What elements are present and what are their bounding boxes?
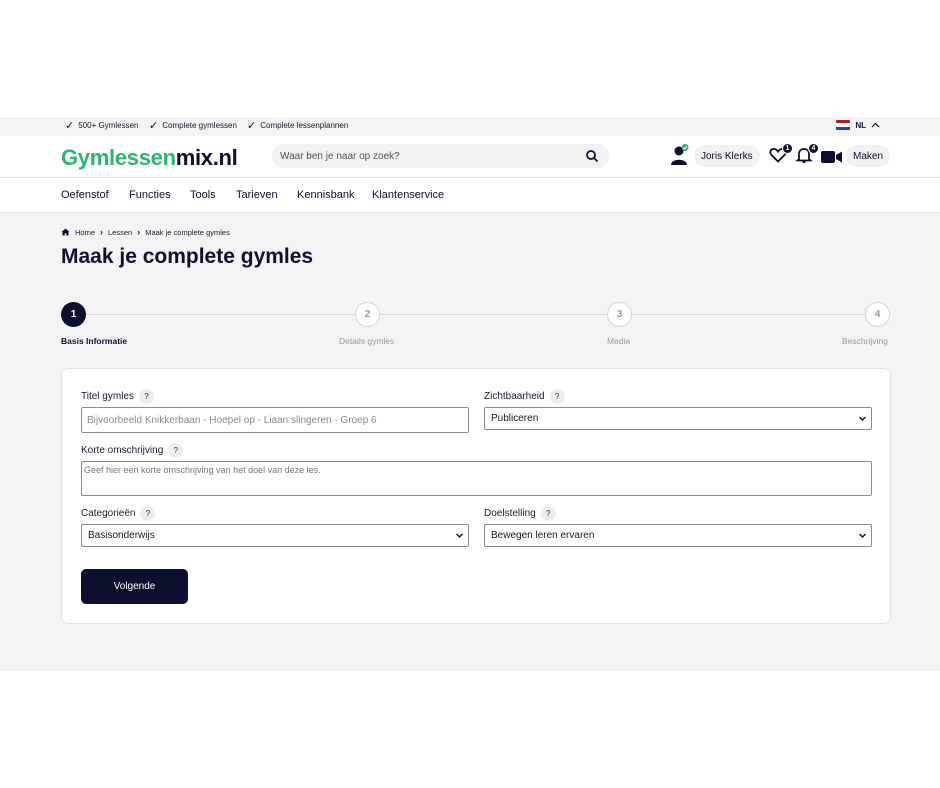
description-label-text: Korte omschrijving xyxy=(81,445,164,456)
nav-item-tools[interactable]: Tools xyxy=(190,189,216,201)
step-2-label: Details gymles xyxy=(339,336,395,346)
usp-item: ✓ Complete lessenplannen xyxy=(247,119,349,132)
step-1-indicator: 1 xyxy=(61,302,86,327)
user-verified-icon[interactable] xyxy=(670,144,690,166)
site-header: Gymlessenmix.nl Joris Klerks 1 4 Maken xyxy=(0,136,940,178)
chevron-right-icon: › xyxy=(100,227,104,237)
notifications-button[interactable]: 4 xyxy=(795,143,819,166)
breadcrumb-lessons[interactable]: Lessen xyxy=(108,228,132,237)
favorites-button[interactable]: 1 xyxy=(769,143,793,166)
goal-select[interactable]: Bewegen leren ervaren xyxy=(484,524,872,547)
search-bar xyxy=(272,144,609,168)
visibility-selected-value: Publiceren xyxy=(491,413,539,424)
description-field-label: Korte omschrijving ? xyxy=(81,443,184,458)
goal-label-text: Doelstelling xyxy=(484,508,536,519)
categories-select[interactable]: Basisonderwijs xyxy=(81,524,469,547)
help-icon[interactable]: ? xyxy=(168,443,184,458)
usp-item: ✓ 500+ Gymlessen xyxy=(65,119,139,132)
nav-item-oefenstof[interactable]: Oefenstof xyxy=(61,189,109,201)
breadcrumb-home[interactable]: Home xyxy=(75,228,95,237)
categories-label-text: Categorieën xyxy=(81,508,136,519)
chevron-up-icon xyxy=(871,122,880,128)
language-switcher[interactable]: NL xyxy=(836,120,880,130)
nav-item-functies[interactable]: Functies xyxy=(129,189,171,201)
step-4-label: Beschrijving xyxy=(842,336,888,346)
create-button[interactable]: Maken xyxy=(846,145,891,167)
title-input[interactable] xyxy=(81,407,469,433)
goal-field-label: Doelstelling ? xyxy=(484,506,556,521)
next-button[interactable]: Volgende xyxy=(81,569,188,604)
user-name: Joris Klerks xyxy=(701,150,753,162)
step-1-label: Basis Informatie xyxy=(61,336,128,346)
help-icon[interactable]: ? xyxy=(549,389,565,404)
help-icon[interactable]: ? xyxy=(540,506,556,521)
stepper-line xyxy=(74,314,878,315)
search-input[interactable] xyxy=(280,150,585,162)
logo-part-tld: .nl xyxy=(212,145,238,170)
categories-selected-value: Basisonderwijs xyxy=(88,530,155,541)
chevron-down-icon xyxy=(859,533,866,538)
categories-field-label: Categorieën ? xyxy=(81,506,156,521)
check-icon: ✓ xyxy=(65,119,75,132)
lesson-form: Titel gymles ? Zichtbaarheid ? Publicere… xyxy=(61,368,891,624)
title-field-label: Titel gymles ? xyxy=(81,389,154,404)
language-label: NL xyxy=(855,120,866,130)
check-icon: ✓ xyxy=(247,119,257,132)
notifications-count-badge: 4 xyxy=(808,143,819,154)
check-icon: ✓ xyxy=(149,119,159,132)
visibility-field-label: Zichtbaarheid ? xyxy=(484,389,565,404)
chevron-right-icon: › xyxy=(137,227,141,237)
step-2-indicator: 2 xyxy=(355,302,380,327)
help-icon[interactable]: ? xyxy=(140,506,156,521)
description-textarea[interactable] xyxy=(81,461,872,496)
search-icon[interactable] xyxy=(585,149,599,163)
home-icon xyxy=(61,228,70,236)
usp-label: Complete gymlessen xyxy=(162,121,237,130)
title-label-text: Titel gymles xyxy=(81,391,134,402)
create-button-label: Maken xyxy=(853,150,884,162)
step-3-label: Media xyxy=(607,336,631,346)
nav-item-kennisbank[interactable]: Kennisbank xyxy=(297,189,355,201)
goal-selected-value: Bewegen leren ervaren xyxy=(491,530,595,541)
page-title: Maak je complete gymles xyxy=(61,245,314,268)
step-4-indicator: 4 xyxy=(865,302,890,327)
breadcrumb: Home › Lessen › Maak je complete gymles xyxy=(61,227,230,237)
usp-label: Complete lessenplannen xyxy=(260,121,349,130)
help-icon[interactable]: ? xyxy=(138,389,154,404)
netherlands-flag-icon xyxy=(836,120,851,130)
nav-item-klantenservice[interactable]: Klantenservice xyxy=(372,189,444,201)
logo-part-mix: mix xyxy=(175,145,213,170)
video-camera-icon[interactable] xyxy=(821,150,843,164)
chevron-down-icon xyxy=(859,416,866,421)
usp-bar: ✓ 500+ Gymlessen ✓ Complete gymlessen ✓ … xyxy=(0,117,940,136)
logo-part-gymlessen: Gymlessen xyxy=(61,145,176,170)
step-3-indicator: 3 xyxy=(607,302,632,327)
favorites-count-badge: 1 xyxy=(782,143,793,154)
usp-item: ✓ Complete gymlessen xyxy=(149,119,237,132)
nav-item-tarieven[interactable]: Tarieven xyxy=(236,189,278,201)
visibility-select[interactable]: Publiceren xyxy=(484,407,872,430)
app-frame: ✓ 500+ Gymlessen ✓ Complete gymlessen ✓ … xyxy=(0,117,940,671)
chevron-down-icon xyxy=(456,533,463,538)
visibility-label-text: Zichtbaarheid xyxy=(484,391,545,402)
usp-label: 500+ Gymlessen xyxy=(78,121,139,130)
user-account-button[interactable]: Joris Klerks xyxy=(694,145,760,167)
breadcrumb-current: Maak je complete gymles xyxy=(145,227,230,237)
main-navigation: Oefenstof Functies Tools Tarieven Kennis… xyxy=(0,178,940,213)
logo[interactable]: Gymlessenmix.nl xyxy=(61,145,238,171)
